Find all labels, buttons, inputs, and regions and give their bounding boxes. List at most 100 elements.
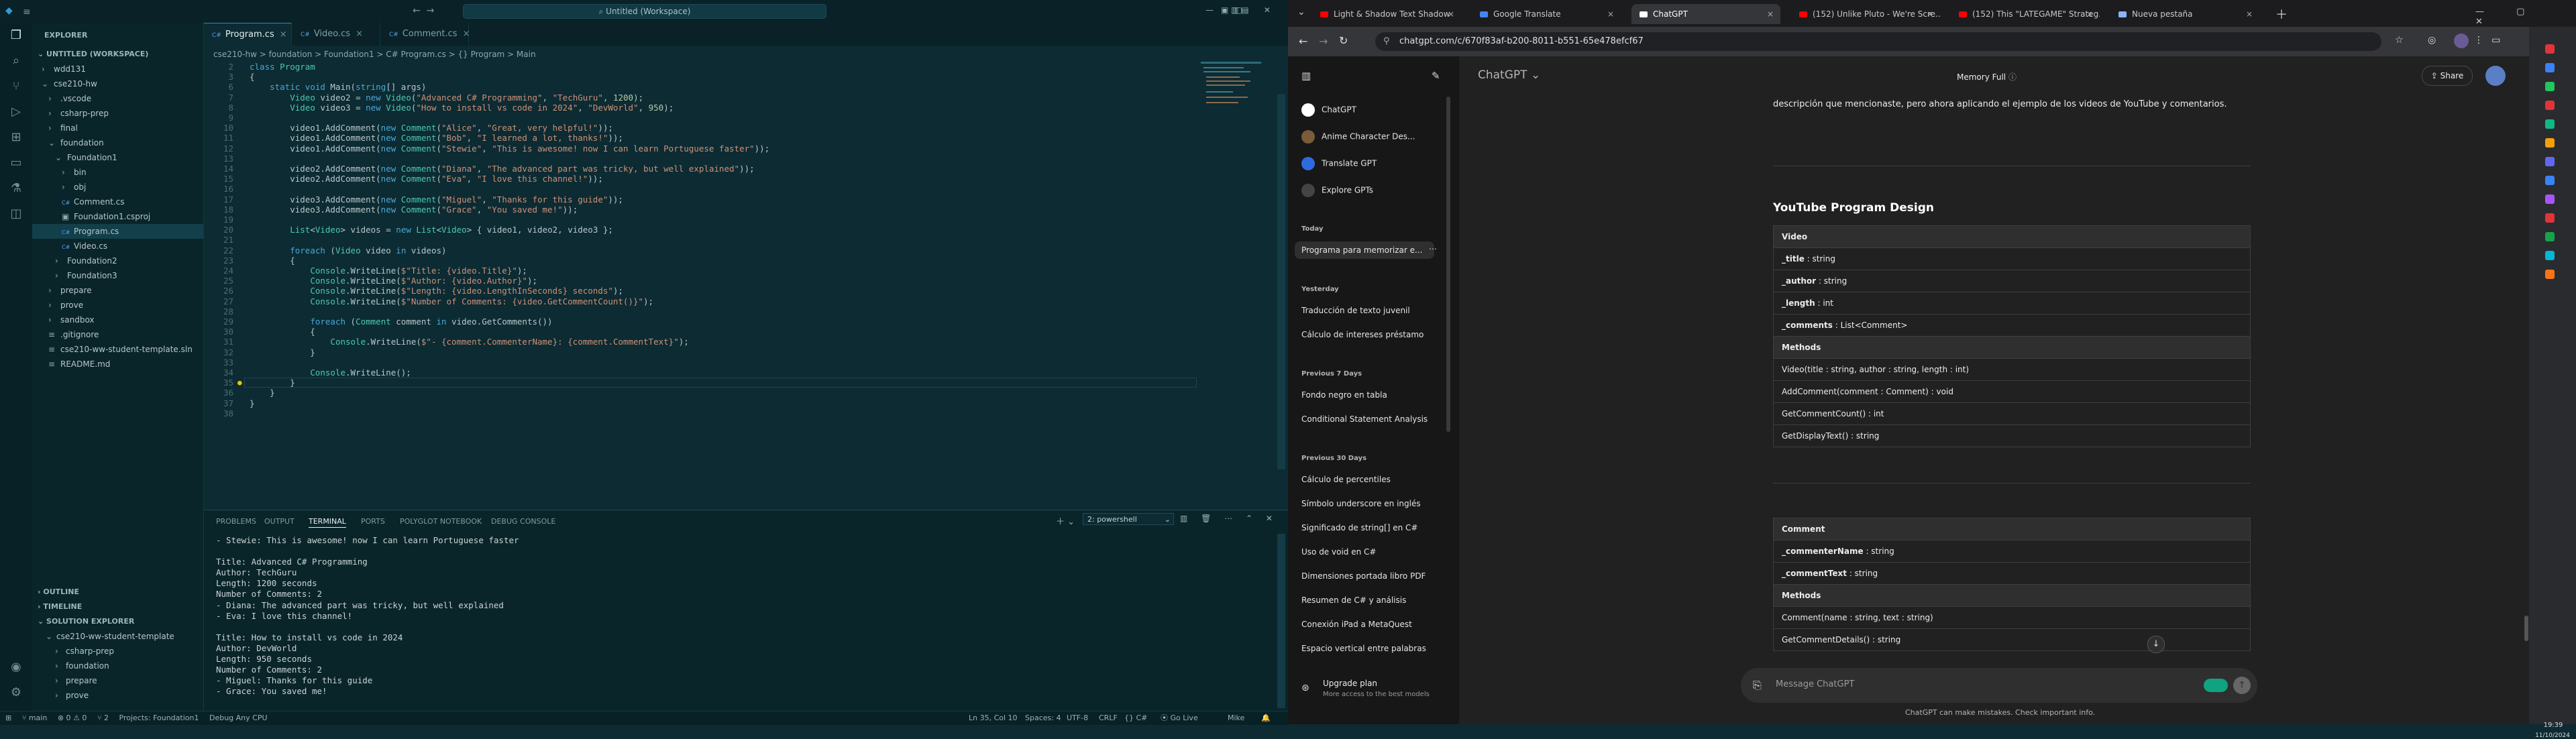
history-item[interactable]: Traducción de texto juvenil (1301, 306, 1410, 315)
browser-tab-1[interactable]: Google Translate × (1472, 4, 1621, 24)
code-line[interactable]: { (250, 255, 295, 266)
attach-icon[interactable]: ⎘ (1753, 679, 1762, 692)
more-options-icon[interactable]: ⋯ (1429, 244, 1437, 253)
code-line[interactable]: Console.WriteLine($"- {comment.Commenter… (250, 337, 688, 347)
clock-date[interactable]: 11/10/2024 (2530, 732, 2575, 739)
docker-icon[interactable]: ◫ (9, 207, 23, 221)
toggle-sidebar-icon[interactable]: ▥ (1301, 70, 1311, 82)
extension-badge-icon[interactable] (2204, 679, 2228, 692)
panel-tab-polyglot-notebook[interactable]: POLYGLOT NOTEBOOK (400, 517, 482, 526)
tree-item[interactable]: › prepare (32, 283, 203, 298)
code-line[interactable]: video1.AddComment(new Comment("Bob", "I … (250, 133, 623, 143)
debug-config-status[interactable]: Debug Any CPU (209, 714, 268, 722)
site-info-icon[interactable]: ⚲ (1383, 32, 1390, 51)
code-line[interactable]: video1.AddComment(new Comment("Stewie", … (250, 144, 769, 154)
close-icon[interactable]: × (280, 30, 287, 40)
tree-item[interactable]: ▣ Foundation1.csproj (32, 209, 203, 224)
code-line[interactable]: static void Main(string[] args) (250, 82, 426, 92)
code-line[interactable]: Console.WriteLine($"Author: {video.Autho… (250, 276, 537, 286)
main-scrollbar[interactable] (2524, 616, 2528, 641)
app-icon[interactable] (2545, 213, 2555, 223)
minimap[interactable] (1201, 62, 1261, 142)
code-line[interactable]: } (250, 347, 315, 357)
eol-status[interactable]: CRLF (1099, 712, 1118, 725)
tree-item[interactable]: C# Comment.cs (32, 194, 203, 209)
panel-tab-output[interactable]: OUTPUT (264, 517, 294, 526)
cursor-position[interactable]: Ln 35, Col 10 (969, 712, 1018, 725)
browser-tab-3[interactable]: (152) Unlike Pluto - We're Scre... × (1791, 4, 1940, 24)
app-icon[interactable] (2545, 119, 2555, 129)
code-line[interactable]: video3.AddComment(new Comment("Miguel", … (250, 194, 623, 205)
outline-section[interactable]: › OUTLINE (38, 587, 79, 596)
panel-actions[interactable]: ▥ 🗑 ⋯ ⌃ ✕ (1180, 514, 1278, 523)
problems-status[interactable]: ⊗ 0 ⚠ 0 (58, 714, 87, 722)
gpt-nav-item[interactable]: ChatGPT (1301, 103, 1356, 117)
toolbar-actions[interactable]: ☆ ◎ ⧉ ▭ (2395, 35, 2511, 46)
settings-gear-icon[interactable]: ⚙ (9, 685, 23, 700)
remote-icon[interactable]: ▭ (9, 156, 23, 170)
history-item[interactable]: Dimensiones portada libro PDF (1301, 571, 1426, 581)
window-controls[interactable]: — ▢ ✕ (1205, 5, 1280, 15)
address-bar[interactable]: ⚲ chatgpt.com/c/670f83af-b200-8011-b551-6… (1375, 32, 2381, 51)
notifications-bell-icon[interactable]: 🔔 (1261, 712, 1271, 725)
history-item[interactable]: Fondo negro en tabla (1301, 390, 1387, 400)
nav-arrows-icon[interactable]: ← → (413, 5, 434, 16)
ports-status[interactable]: ⑂ 2 (97, 714, 109, 722)
user-avatar[interactable] (2485, 66, 2506, 86)
history-item[interactable]: Resumen de C# y análisis (1301, 595, 1406, 605)
timeline-section[interactable]: › TIMELINE (38, 602, 82, 611)
solution-item[interactable]: › prepare (32, 673, 203, 688)
tree-item[interactable]: › wdd131 (32, 62, 203, 76)
code-line[interactable]: Console.WriteLine($"Title: {video.Title}… (250, 266, 527, 276)
browser-tab-5[interactable]: Nueva pestaña × (2110, 4, 2259, 24)
tree-item[interactable]: C# Video.cs (32, 239, 203, 253)
history-item[interactable]: Símbolo underscore en inglés (1301, 499, 1421, 508)
tree-item[interactable]: ≡ .gitignore (32, 327, 203, 342)
history-item[interactable]: Cálculo de intereses préstamo (1301, 330, 1424, 339)
gpt-nav-item[interactable]: Anime Character Des... (1301, 130, 1415, 144)
app-icon[interactable] (2545, 101, 2555, 110)
command-center[interactable]: ⌕ Untitled (Workspace) (463, 4, 826, 19)
menu-icon[interactable]: ≡ (23, 7, 31, 17)
tree-item[interactable]: C# Program.cs (32, 224, 203, 239)
solution-item[interactable]: › prove (32, 688, 203, 703)
tree-item[interactable]: › Foundation2 (32, 253, 203, 268)
message-composer[interactable]: ⎘ Message ChatGPT ↑ (1741, 668, 2257, 703)
tab-search-icon[interactable]: ⌄ (1297, 7, 1305, 17)
send-button[interactable]: ↑ (2233, 677, 2251, 694)
tree-item[interactable]: › csharp-prep (32, 106, 203, 121)
tree-item[interactable]: ≡ cse210-ww-student-template.sln (32, 342, 203, 357)
panel-tab-terminal[interactable]: TERMINAL (309, 517, 346, 528)
tree-item[interactable]: › prove (32, 298, 203, 312)
solution-explorer-section[interactable]: ⌄ SOLUTION EXPLORER (38, 617, 134, 626)
code-line[interactable]: foreach (Video video in videos) (250, 245, 446, 255)
new-tab-button[interactable]: ＋ (2275, 5, 2288, 23)
tree-item[interactable]: › obj (32, 180, 203, 194)
code-line[interactable]: video2.AddComment(new Comment("Eva", "I … (250, 174, 603, 184)
tab-comment-cs[interactable]: C# Comment.cs × (381, 23, 470, 46)
code-line[interactable]: Video video2 = new Video("Advanced C# Pr… (250, 93, 643, 103)
history-item[interactable]: Espacio vertical entre palabras (1301, 644, 1426, 653)
explorer-icon[interactable]: ❐ (9, 28, 23, 43)
solution-item[interactable]: › foundation (32, 659, 203, 673)
history-item[interactable]: Significado de string[] en C# (1301, 523, 1417, 532)
solution-item[interactable]: ⌄ cse210-ww-student-template (32, 629, 203, 644)
app-icon[interactable] (2545, 63, 2555, 72)
go-live-button[interactable]: ⦿ Go Live (1161, 712, 1198, 725)
browser-tab-2[interactable]: ChatGPT × (1631, 4, 1780, 24)
app-icon[interactable] (2545, 194, 2555, 204)
clock-time[interactable]: 19:39 (2533, 722, 2573, 729)
app-icon[interactable] (2545, 270, 2555, 279)
branch-status[interactable]: ⑂ main (22, 714, 48, 722)
new-terminal-icon[interactable]: ＋ ⌄ (1056, 514, 1075, 527)
extensions-icon[interactable]: ⊞ (9, 130, 23, 145)
tree-item[interactable]: › .vscode (32, 91, 203, 106)
workspace-section[interactable]: ⌄ UNTITLED (WORKSPACE) (38, 50, 148, 58)
run-debug-icon[interactable]: ▷ (9, 105, 23, 119)
tree-item[interactable]: › Foundation3 (32, 268, 203, 283)
code-line[interactable]: Console.WriteLine($"Number of Comments: … (250, 296, 653, 306)
upgrade-plan-button[interactable]: ⊛ Upgrade plan More access to the best m… (1288, 673, 1459, 714)
close-icon[interactable]: × (2086, 4, 2093, 24)
code-line[interactable]: Console.WriteLine(); (250, 367, 411, 378)
terminal-select[interactable]: 2: powershell ⌄ (1083, 513, 1174, 525)
